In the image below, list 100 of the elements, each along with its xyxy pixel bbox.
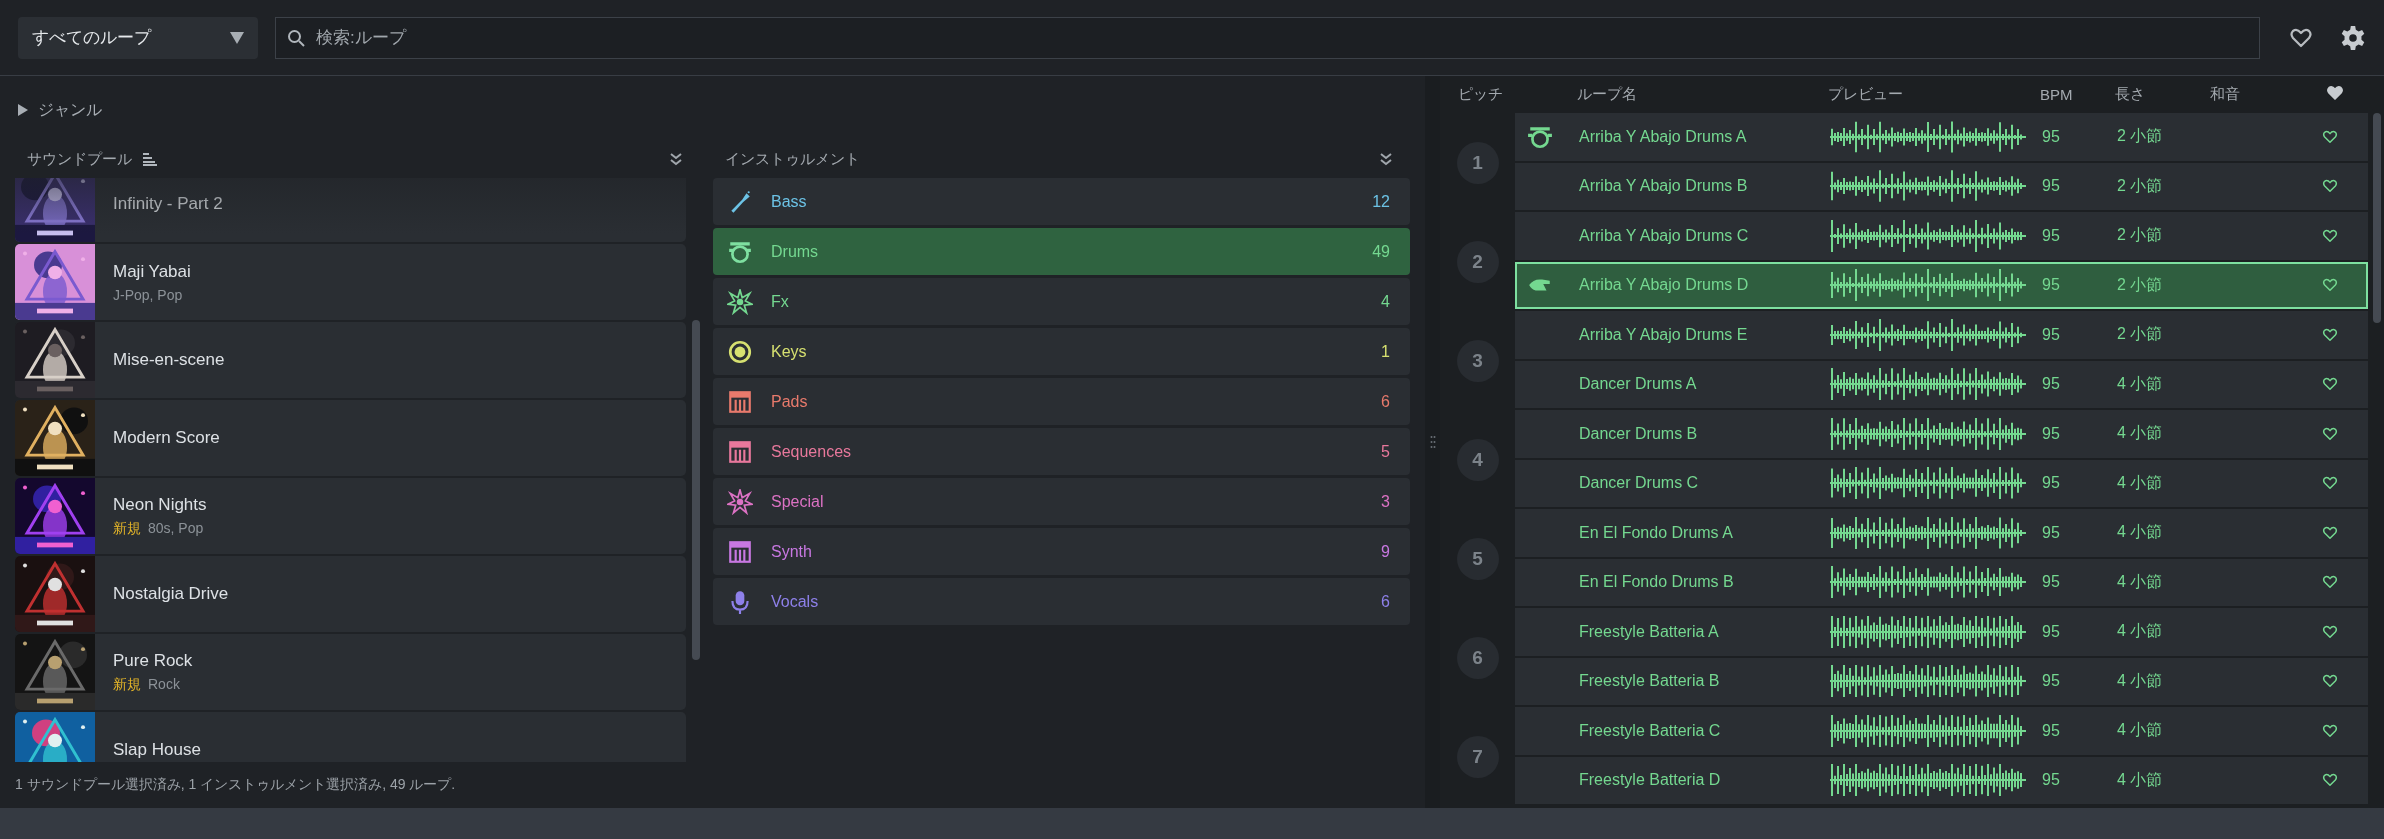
loop-row[interactable]: Arriba Y Abajo Drums E 95 2 小節	[1515, 311, 2368, 359]
instrument-item[interactable]: Synth 9	[713, 528, 1410, 575]
bpm-value: 95	[2042, 127, 2060, 145]
loop-name: Arriba Y Abajo Drums C	[1579, 226, 1749, 244]
favorite-icon[interactable]	[2322, 178, 2338, 195]
favorite-icon[interactable]	[2322, 722, 2338, 739]
loop-name: Freestyle Batteria D	[1579, 771, 1721, 789]
instrument-name: Vocals	[771, 592, 820, 611]
instrument-name: Pads	[771, 392, 809, 411]
instrument-item[interactable]: Bass 12	[713, 178, 1410, 225]
favorite-icon[interactable]	[2322, 376, 2338, 393]
keyboard-icon	[727, 438, 753, 465]
favorite-icon[interactable]	[2322, 623, 2338, 640]
length-value: 2 小節	[2117, 325, 2163, 343]
loop-row[interactable]: Arriba Y Abajo Drums D 95 2 小節	[1515, 261, 2368, 309]
sound-pool-item[interactable]: Modern Score	[15, 400, 686, 476]
sound-pool-name: Modern Score	[113, 428, 220, 448]
column-header[interactable]: ピッチ	[1440, 85, 1515, 104]
loop-count: 3	[1381, 492, 1390, 511]
sound-pool-item[interactable]: Pure Rock 新規 Rock	[15, 634, 686, 710]
loop-count: 1	[1381, 342, 1390, 361]
bpm-value: 95	[2042, 375, 2060, 393]
instrument-item[interactable]: Keys 1	[713, 328, 1410, 375]
favorite-icon[interactable]	[2322, 128, 2338, 145]
loop-name: En El Fondo Drums A	[1579, 523, 1733, 541]
instrument-item[interactable]: Drums 49	[713, 228, 1410, 275]
column-header[interactable]: 長さ	[2115, 85, 2145, 102]
length-value: 4 小節	[2117, 374, 2163, 392]
scrollbar[interactable]	[2373, 113, 2381, 323]
sound-pool-name: Infinity - Part 2	[113, 194, 223, 214]
favorite-icon[interactable]	[2322, 475, 2338, 492]
collapse-icon[interactable]	[1378, 151, 1394, 167]
favorite-icon[interactable]	[2322, 326, 2338, 343]
favorite-column-icon[interactable]	[2326, 84, 2344, 102]
favorite-icon[interactable]	[2322, 227, 2338, 244]
instrument-name: Bass	[771, 192, 808, 211]
scrollbar[interactable]	[692, 320, 700, 660]
sound-pool-item[interactable]: Mise-en-scene	[15, 322, 686, 398]
loop-row[interactable]: En El Fondo Drums B 95 4 小節	[1515, 558, 2368, 606]
sound-pool-item[interactable]: Infinity - Part 2	[15, 178, 686, 242]
sound-pool-name: Pure Rock	[113, 650, 193, 671]
loop-row[interactable]: Dancer Drums A 95 4 小節	[1515, 360, 2368, 408]
bpm-value: 95	[2042, 474, 2060, 492]
sort-icon[interactable]	[142, 152, 158, 166]
loop-name: Freestyle Batteria A	[1579, 622, 1719, 640]
genre-toggle[interactable]: ジャンル	[15, 99, 104, 121]
instrument-item[interactable]: Sequences 5	[713, 428, 1410, 475]
loop-count: 4	[1381, 292, 1390, 311]
column-header[interactable]: ループ名	[1577, 85, 1637, 102]
loop-row[interactable]: Freestyle Batteria A 95 4 小節	[1515, 608, 2368, 656]
loop-row[interactable]: Arriba Y Abajo Drums B 95 2 小節	[1515, 162, 2368, 210]
loop-name: Arriba Y Abajo Drums E	[1579, 325, 1748, 343]
loop-row[interactable]: Dancer Drums B 95 4 小節	[1515, 410, 2368, 458]
sound-pool-item[interactable]: Slap House	[15, 712, 686, 762]
favorite-icon[interactable]	[2322, 425, 2338, 442]
instrument-item[interactable]: Special 3	[713, 478, 1410, 525]
column-header[interactable]: 和音	[2210, 85, 2240, 102]
new-label: 新規	[113, 675, 141, 694]
sound-pool-item[interactable]: Nostalgia Drive	[15, 556, 686, 632]
loop-filter-dropdown[interactable]: すべてのループ	[18, 16, 258, 59]
splitter-grip-icon[interactable]	[1429, 435, 1436, 449]
column-header[interactable]: プレビュー	[1828, 85, 1903, 102]
column-header[interactable]: BPM	[2040, 86, 2073, 103]
loop-row[interactable]: Freestyle Batteria C 95 4 小節	[1515, 707, 2368, 755]
loop-name: En El Fondo Drums B	[1579, 573, 1734, 591]
length-value: 4 小節	[2117, 721, 2163, 739]
loop-row[interactable]: Dancer Drums C 95 4 小節	[1515, 459, 2368, 507]
caret-icon	[230, 31, 244, 44]
sound-pool-item[interactable]: Maji Yabai J-Pop, Pop	[15, 244, 686, 320]
instrument-name: Fx	[771, 292, 790, 311]
length-value: 2 小節	[2117, 127, 2163, 145]
bpm-value: 95	[2042, 771, 2060, 789]
favorite-icon[interactable]	[2322, 277, 2338, 294]
loop-row[interactable]: Freestyle Batteria D 95 4 小節	[1515, 756, 2368, 804]
sound-pool-item[interactable]: Neon Nights 新規 80s, Pop	[15, 478, 686, 554]
loop-row[interactable]: Arriba Y Abajo Drums A 95 2 小節	[1515, 113, 2368, 161]
search-icon	[287, 28, 305, 47]
favorite-icon[interactable]	[2322, 673, 2338, 690]
sound-pool-name: Slap House	[113, 740, 201, 760]
favorite-icon[interactable]	[2322, 524, 2338, 541]
length-value: 2 小節	[2117, 176, 2163, 194]
instrument-item[interactable]: Pads 6	[713, 378, 1410, 425]
instrument-name: Sequences	[771, 442, 853, 461]
loop-row[interactable]: Arriba Y Abajo Drums C 95 2 小節	[1515, 212, 2368, 260]
loop-row[interactable]: Freestyle Batteria B 95 4 小節	[1515, 657, 2368, 705]
favorite-icon[interactable]	[2322, 772, 2338, 789]
collapse-icon[interactable]	[668, 151, 684, 167]
instrument-item[interactable]: Fx 4	[713, 278, 1410, 325]
instrument-name: Keys	[771, 342, 808, 361]
expand-icon	[17, 104, 29, 116]
loop-name: Freestyle Batteria C	[1579, 721, 1721, 739]
pitch-number: 3	[1456, 339, 1499, 382]
loop-count: 6	[1381, 392, 1390, 411]
instrument-item[interactable]: Vocals 6	[713, 578, 1410, 625]
loop-row[interactable]: En El Fondo Drums A 95 4 小節	[1515, 509, 2368, 557]
favorite-icon[interactable]	[2322, 574, 2338, 591]
genre-tags: 80s, Pop	[148, 519, 204, 538]
settings-icon[interactable]	[2340, 24, 2366, 51]
search-field[interactable]: 検索:ループ	[275, 16, 2260, 59]
knob-icon	[727, 338, 753, 365]
